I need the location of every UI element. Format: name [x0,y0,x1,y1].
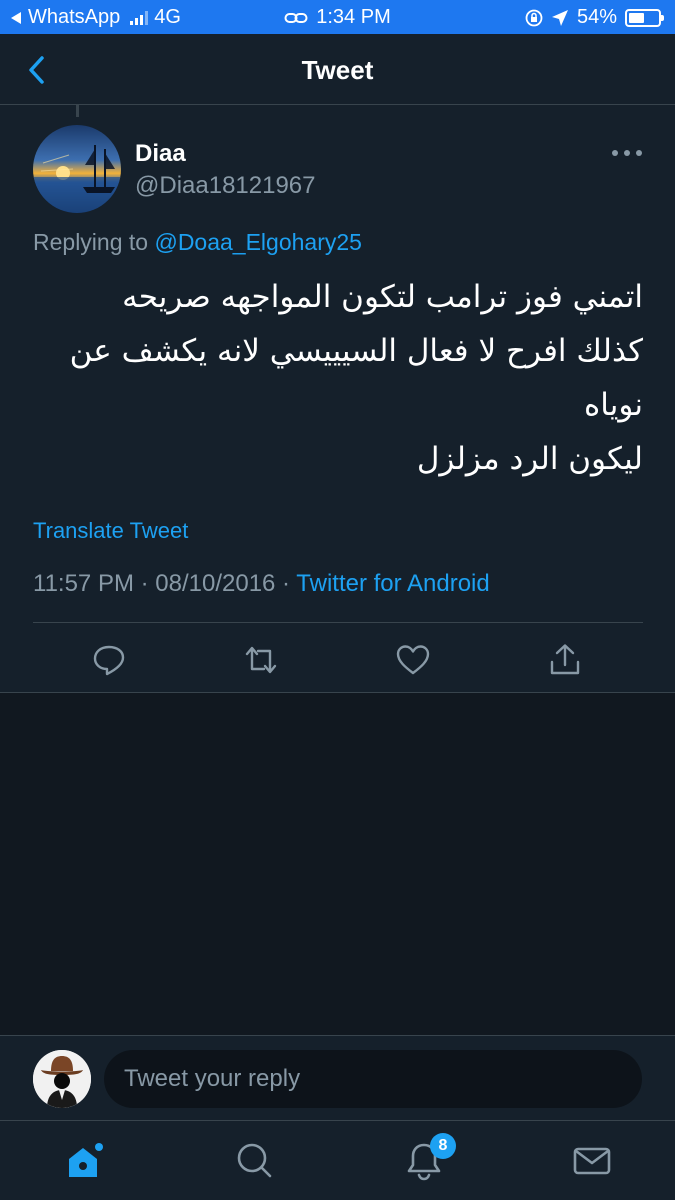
link-icon [284,12,308,23]
tweet-metadata: 11:57 PM · 08/10/2016 · Twitter for Andr… [33,570,490,598]
cowboy-avatar-image [33,1050,91,1108]
page-title: Tweet [301,55,374,85]
top-nav-bar: Tweet [0,34,675,105]
share-button[interactable] [547,642,583,678]
tweet-text: اتمني فوز ترامب لتكون المواجهه صريحه كذل… [69,279,643,477]
retweet-icon [245,646,277,674]
notifications-badge: 8 [430,1133,456,1159]
author-display-name[interactable]: Diaa [135,140,186,168]
empty-replies-area [0,693,675,1035]
translate-tweet-link[interactable]: Translate Tweet [33,518,188,544]
heart-icon [396,645,430,675]
more-options-icon[interactable] [612,142,642,164]
replying-prefix: Replying to [33,229,149,255]
reply-icon [93,645,125,676]
battery-percent: 54% [576,6,617,28]
home-icon [69,1143,103,1177]
orientation-lock-icon [525,9,543,26]
mail-icon [573,1147,611,1175]
thread-connector [76,105,79,117]
tab-messages[interactable] [570,1139,614,1183]
tweet-source-link[interactable]: Twitter for Android [296,570,489,597]
user-avatar[interactable] [33,1050,91,1108]
tab-search[interactable] [233,1139,277,1183]
tweet-action-bar [0,630,675,690]
replying-to-handle-link[interactable]: @Doaa_Elgohary25 [154,229,361,255]
battery-icon [625,8,664,27]
status-time: 1:34 PM [316,6,391,28]
ship-sunset-image [33,145,121,213]
divider [0,1035,675,1036]
author-handle[interactable]: @Diaa18121967 [135,172,316,200]
reply-button[interactable] [91,642,127,678]
like-button[interactable] [395,642,431,678]
search-icon [237,1143,272,1178]
reply-input[interactable] [104,1050,642,1108]
tweet-timestamp: 11:57 PM · 08/10/2016 · [33,570,297,597]
status-bar: WhatsApp 4G 1:34 PM 54% [0,0,675,34]
retweet-button[interactable] [243,642,279,678]
replying-to-line: Replying to @Doaa_Elgohary25 [33,229,362,256]
share-icon [550,644,580,675]
bottom-tab-bar [0,1121,675,1200]
location-icon [551,9,568,26]
author-avatar[interactable] [33,125,121,213]
tab-home[interactable] [63,1139,107,1183]
divider [33,622,643,623]
